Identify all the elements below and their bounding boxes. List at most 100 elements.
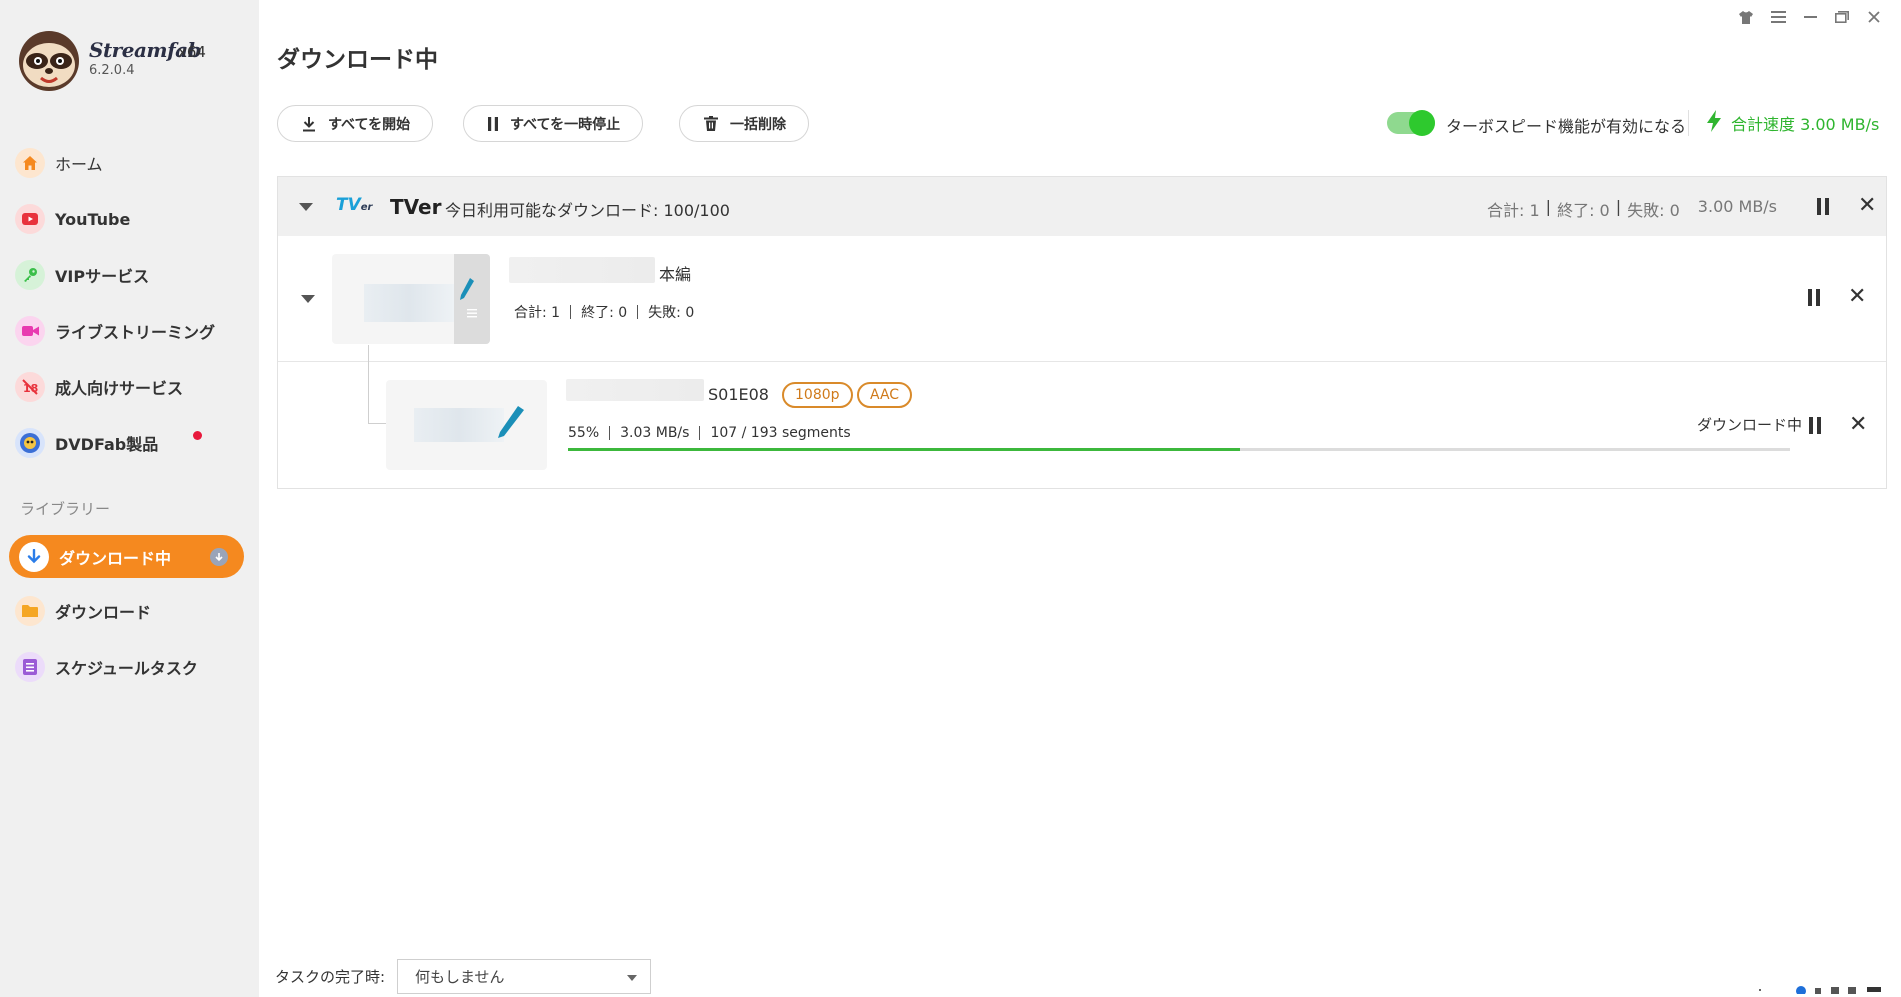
- episode-thumbnail: [386, 380, 547, 470]
- season-stats: 合計: 1 終了: 0 失敗: 0: [514, 302, 694, 322]
- tree-line: [368, 345, 369, 423]
- episode-speed: 3.03 MB/s: [620, 425, 690, 441]
- home-icon: [15, 148, 45, 178]
- sidebar-item-downloaded[interactable]: ダウンロード: [15, 591, 245, 631]
- audio-badge: AAC: [857, 382, 913, 408]
- episode-close-button[interactable]: ✕: [1849, 414, 1867, 436]
- row-divider: [278, 361, 1886, 362]
- resolution-badge: 1080p: [782, 382, 853, 408]
- collapse-group-chevron-down-icon[interactable]: [299, 203, 313, 211]
- sidebar-item-label: ダウンロード中: [59, 548, 172, 568]
- video-camera-icon: [15, 316, 45, 346]
- group-pause-button[interactable]: [1817, 198, 1829, 215]
- segment-count: 107 / 193 segments: [710, 425, 851, 441]
- window-controls: [1737, 8, 1883, 26]
- sidebar-item-label: DVDFab製品: [55, 435, 159, 454]
- tray-icons: [1755, 984, 1895, 997]
- close-window-icon[interactable]: [1865, 8, 1883, 26]
- sidebar-item-vip[interactable]: VIPサービス: [15, 255, 245, 295]
- collapse-season-chevron-down-icon[interactable]: [301, 295, 315, 303]
- season-stat-done: 終了: 0: [581, 305, 628, 321]
- season-title-redacted: [509, 257, 655, 283]
- folder-icon: [15, 596, 45, 626]
- season-stat-failed: 失敗: 0: [648, 305, 695, 321]
- sidebar-item-schedule[interactable]: スケジュールタスク: [15, 647, 245, 687]
- delete-all-label: 一括削除: [730, 116, 786, 133]
- turbo-toggle[interactable]: [1387, 110, 1435, 136]
- sidebar-item-home[interactable]: ホーム: [15, 143, 245, 183]
- app-logo: [17, 29, 81, 93]
- season-pause-button[interactable]: [1808, 289, 1820, 306]
- sidebar-item-label: ホーム: [55, 155, 103, 174]
- season-close-button[interactable]: ✕: [1848, 286, 1866, 308]
- total-speed-text: 合計速度 3.00 MB/s: [1731, 115, 1880, 134]
- episode-title-redacted: [566, 379, 704, 401]
- group-stat-done: 終了: 0: [1557, 201, 1610, 220]
- sidebar-item-label: スケジュールタスク: [55, 659, 198, 678]
- progress-fill: [568, 448, 1241, 451]
- episode-pause-button[interactable]: [1809, 417, 1821, 434]
- season-thumbnail: [332, 254, 490, 344]
- sidebar-item-downloading[interactable]: ダウンロード中: [9, 535, 244, 578]
- pause-all-button[interactable]: すべてを一時停止: [463, 105, 644, 142]
- sidebar-item-label: VIPサービス: [55, 267, 150, 286]
- group-stats: 合計: 1 | 終了: 0 | 失敗: 0 3.00 MB/s: [1487, 197, 1777, 221]
- season-name: 本編: [659, 265, 692, 284]
- download-icon: [302, 116, 316, 132]
- group-speed: 3.00 MB/s: [1697, 197, 1778, 216]
- on-complete-label: タスクの完了時:: [275, 968, 386, 986]
- start-all-button[interactable]: すべてを開始: [277, 105, 434, 142]
- system-tray: [1755, 984, 1895, 997]
- download-count-badge-icon: [210, 548, 228, 566]
- sidebar: Streamfab x64 6.2.0.4 ホーム YouTube VIPサービ…: [0, 0, 259, 997]
- episode-status: ダウンロード中: [1697, 416, 1803, 434]
- group-close-button[interactable]: ✕: [1858, 195, 1876, 217]
- page-title: ダウンロード中: [277, 47, 438, 73]
- progress-bar: [568, 448, 1790, 451]
- episode-progress-info: 55% 3.03 MB/s 107 / 193 segments: [568, 425, 851, 441]
- shirt-skin-icon[interactable]: [1737, 8, 1755, 26]
- adult-icon: 18: [15, 372, 45, 402]
- progress-percent: 55%: [568, 425, 600, 441]
- app-version: 6.2.0.4: [89, 63, 135, 78]
- restore-icon[interactable]: [1833, 8, 1851, 26]
- sidebar-item-label: ダウンロード: [55, 603, 152, 622]
- menu-icon[interactable]: [1769, 8, 1787, 26]
- divider: [1688, 110, 1689, 136]
- episode-name: S01E08: [708, 385, 769, 404]
- chevron-down-icon: [627, 975, 637, 981]
- minimize-icon[interactable]: [1801, 8, 1819, 26]
- schedule-list-icon: [15, 652, 45, 682]
- tver-logo-icon: TVer: [336, 195, 373, 215]
- on-complete-value: 何もしません: [415, 968, 505, 986]
- sidebar-item-dvdfab[interactable]: DVDFab製品: [15, 423, 245, 463]
- stat-separator: [609, 426, 611, 440]
- notification-dot: [193, 431, 202, 440]
- group-header: TVer TVer 今日利用可能なダウンロード: 100/100 合計: 1 |…: [278, 177, 1886, 236]
- service-name: TVer: [390, 195, 442, 219]
- lightning-icon: [1707, 110, 1721, 136]
- group-stat-failed: 失敗: 0: [1627, 201, 1680, 220]
- pause-icon: [488, 116, 498, 131]
- start-all-label: すべてを開始: [328, 116, 411, 133]
- sidebar-item-adult[interactable]: 18 成人向けサービス: [15, 367, 245, 407]
- daily-quota: 今日利用可能なダウンロード: 100/100: [445, 201, 730, 220]
- stat-separator: |: [1545, 197, 1552, 216]
- dvdfab-icon: [15, 428, 45, 458]
- group-stat-total: 合計: 1: [1487, 201, 1540, 220]
- sidebar-item-label: ライブストリーミング: [55, 323, 216, 342]
- trash-icon: [704, 116, 718, 131]
- youtube-icon: [15, 204, 45, 234]
- sidebar-item-youtube[interactable]: YouTube: [15, 199, 245, 239]
- sidebar-item-live[interactable]: ライブストリーミング: [15, 311, 245, 351]
- delete-all-button[interactable]: 一括削除: [679, 105, 809, 142]
- download-arrow-icon: [19, 541, 49, 572]
- stat-separator: [637, 305, 639, 319]
- total-speed: 合計速度 3.00 MB/s: [1707, 110, 1879, 136]
- sidebar-item-label: YouTube: [55, 209, 131, 229]
- on-complete-select[interactable]: 何もしません: [397, 959, 651, 994]
- download-group: TVer TVer 今日利用可能なダウンロード: 100/100 合計: 1 |…: [277, 176, 1887, 489]
- stat-separator: [699, 426, 701, 440]
- app-arch: x64: [178, 43, 206, 61]
- stat-separator: |: [1615, 197, 1622, 216]
